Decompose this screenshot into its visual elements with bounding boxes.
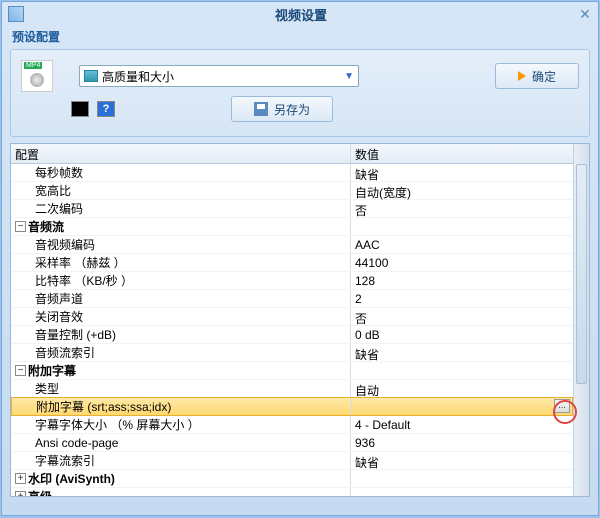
- preset-dropdown[interactable]: 高质量和大小 ▼: [79, 65, 359, 87]
- ok-button[interactable]: 确定: [495, 63, 579, 89]
- table-row: 每秒帧数缺省: [11, 164, 573, 182]
- preset-item-icon: [84, 70, 98, 82]
- app-icon: [8, 6, 24, 22]
- save-as-button[interactable]: 另存为: [231, 96, 333, 122]
- settings-grid: 配置 数值 每秒帧数缺省 宽高比自动(宽度) 二次编码否 −音频流 音视频编码A…: [10, 143, 590, 497]
- table-row: 类型自动: [11, 380, 573, 398]
- table-row: Ansi code-page936: [11, 434, 573, 452]
- ok-button-label: 确定: [532, 68, 556, 85]
- expand-icon[interactable]: +: [15, 473, 26, 484]
- table-row: 音频流索引缺省: [11, 344, 573, 362]
- scrollbar-thumb[interactable]: [576, 164, 587, 384]
- preset-selected-text: 高质量和大小: [102, 68, 344, 85]
- chevron-down-icon: ▼: [344, 71, 354, 82]
- table-row: 音频声道2: [11, 290, 573, 308]
- table-row: 二次编码否: [11, 200, 573, 218]
- collapse-icon[interactable]: −: [15, 221, 26, 232]
- group-advanced: +高级: [11, 488, 573, 496]
- arrow-right-icon: [518, 71, 526, 81]
- help-icon[interactable]: ?: [97, 101, 115, 117]
- collapse-icon[interactable]: −: [15, 365, 26, 376]
- group-audio: −音频流: [11, 218, 573, 236]
- close-icon[interactable]: ✕: [578, 7, 592, 21]
- header-config: 配置: [11, 144, 351, 163]
- table-row: 字幕流索引缺省: [11, 452, 573, 470]
- console-icon[interactable]: [71, 101, 89, 117]
- table-row: 音视频编码AAC: [11, 236, 573, 254]
- browse-button[interactable]: …: [554, 399, 570, 413]
- group-subtitle: −附加字幕: [11, 362, 573, 380]
- header-value: 数值: [351, 144, 573, 163]
- expand-icon[interactable]: +: [15, 491, 26, 496]
- preset-panel: 高质量和大小 ▼ 确定 ? 另存为: [10, 49, 590, 137]
- table-row: 音量控制 (+dB)0 dB: [11, 326, 573, 344]
- window-title: 视频设置: [24, 5, 578, 24]
- grid-header: 配置 数值: [11, 144, 573, 164]
- mp4-format-icon: [21, 60, 53, 92]
- vertical-scrollbar[interactable]: [573, 144, 589, 496]
- grid-body: 每秒帧数缺省 宽高比自动(宽度) 二次编码否 −音频流 音视频编码AAC 采样率…: [11, 164, 573, 496]
- table-row: 宽高比自动(宽度): [11, 182, 573, 200]
- table-row: 比特率 （KB/秒 ）128: [11, 272, 573, 290]
- group-watermark: +水印 (AviSynth): [11, 470, 573, 488]
- table-row: 关闭音效否: [11, 308, 573, 326]
- table-row-selected[interactable]: 附加字幕 (srt;ass;ssa;idx)…: [11, 397, 573, 416]
- titlebar: 视频设置 ✕: [2, 2, 598, 26]
- table-row: 采样率 （赫兹 ）44100: [11, 254, 573, 272]
- save-as-button-label: 另存为: [274, 101, 310, 118]
- table-row: 字幕字体大小 （% 屏幕大小 ）4 - Default: [11, 416, 573, 434]
- video-settings-window: 视频设置 ✕ 预设配置 高质量和大小 ▼ 确定 ? 另存为: [1, 1, 599, 516]
- preset-section-label: 预设配置: [2, 26, 598, 47]
- save-icon: [254, 102, 268, 116]
